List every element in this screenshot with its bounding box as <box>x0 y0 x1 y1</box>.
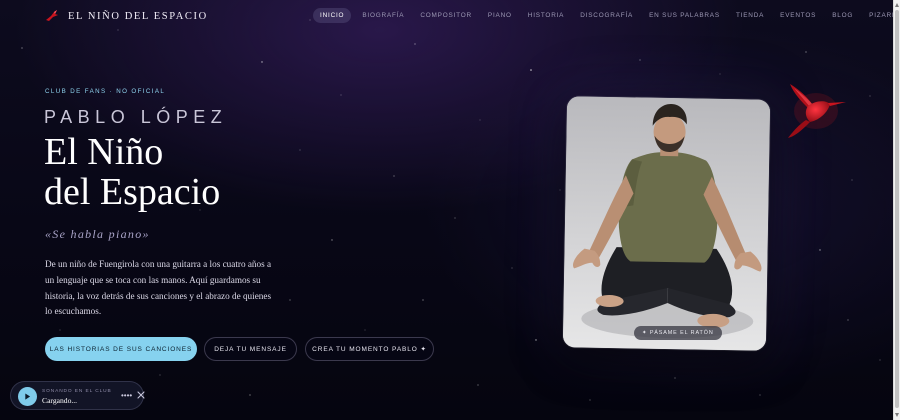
song-stories-button[interactable]: LAS HISTORIAS DE SUS CANCIONES <box>45 337 197 361</box>
hummingbird-decoration-icon <box>788 84 846 138</box>
hero-eyebrow: CLUB DE FANS · NO OFICIAL <box>45 88 166 95</box>
play-button[interactable] <box>18 387 37 406</box>
nav-item-tienda[interactable]: TIENDA <box>731 8 769 23</box>
nav-item-historia[interactable]: HISTORIA <box>523 8 569 23</box>
mini-music-player: SONANDO EN EL CLUB Cargando... •••• <box>10 381 145 410</box>
scroll-down-arrow-icon[interactable] <box>895 413 899 417</box>
nav-item-blog[interactable]: BLOG <box>827 8 858 23</box>
player-status: Cargando... <box>42 396 78 405</box>
nav-item-compositor[interactable]: COMPOSITOR <box>415 8 477 23</box>
hero-title-line-1: El Niño <box>44 131 164 173</box>
leave-message-button[interactable]: DEJA TU MENSAJE <box>204 337 297 361</box>
nav-item-en-sus-palabras[interactable]: EN SUS PALABRAS <box>644 8 725 23</box>
nav-item-discografia[interactable]: DISCOGRAFÍA <box>575 8 638 23</box>
hero-description: De un niño de Fuengirola con una guitarr… <box>45 259 272 317</box>
close-icon[interactable] <box>137 391 145 399</box>
player-label: SONANDO EN EL CLUB <box>42 389 112 394</box>
brand-logo-link[interactable]: EL NIÑO DEL ESPACIO <box>45 9 208 23</box>
nav-item-inicio[interactable]: INICIO <box>313 8 352 23</box>
artist-photo <box>562 96 771 351</box>
player-more-button[interactable]: •••• <box>121 392 132 400</box>
hero-tagline: «Se habla piano» <box>45 227 150 241</box>
hero-title-line-2: del Espacio <box>44 171 221 213</box>
play-icon <box>25 393 31 400</box>
page-scrollbar[interactable] <box>893 0 900 420</box>
create-moment-button[interactable]: CREA TU MOMENTO PABLO ✦ <box>305 337 434 361</box>
hover-hint-badge: ✦ PÁSAME EL RATÓN <box>634 326 722 340</box>
site-header: EL NIÑO DEL ESPACIO INICIO BIOGRAFÍA COM… <box>0 0 900 34</box>
scrollbar-thumb[interactable] <box>895 10 899 408</box>
hero-title: El Niño del Espacio <box>44 132 220 212</box>
artist-photo-card[interactable] <box>562 96 771 351</box>
hero-artist-name: PABLO LÓPEZ <box>44 107 228 127</box>
nav-item-biografia[interactable]: BIOGRAFÍA <box>357 8 409 23</box>
scroll-up-arrow-icon[interactable] <box>895 3 899 7</box>
nav-item-eventos[interactable]: EVENTOS <box>775 8 821 23</box>
main-navigation: INICIO BIOGRAFÍA COMPOSITOR PIANO HISTOR… <box>313 8 900 23</box>
hummingbird-logo-icon <box>46 10 58 21</box>
nav-item-piano[interactable]: PIANO <box>483 8 517 23</box>
brand-name: EL NIÑO DEL ESPACIO <box>68 10 208 22</box>
